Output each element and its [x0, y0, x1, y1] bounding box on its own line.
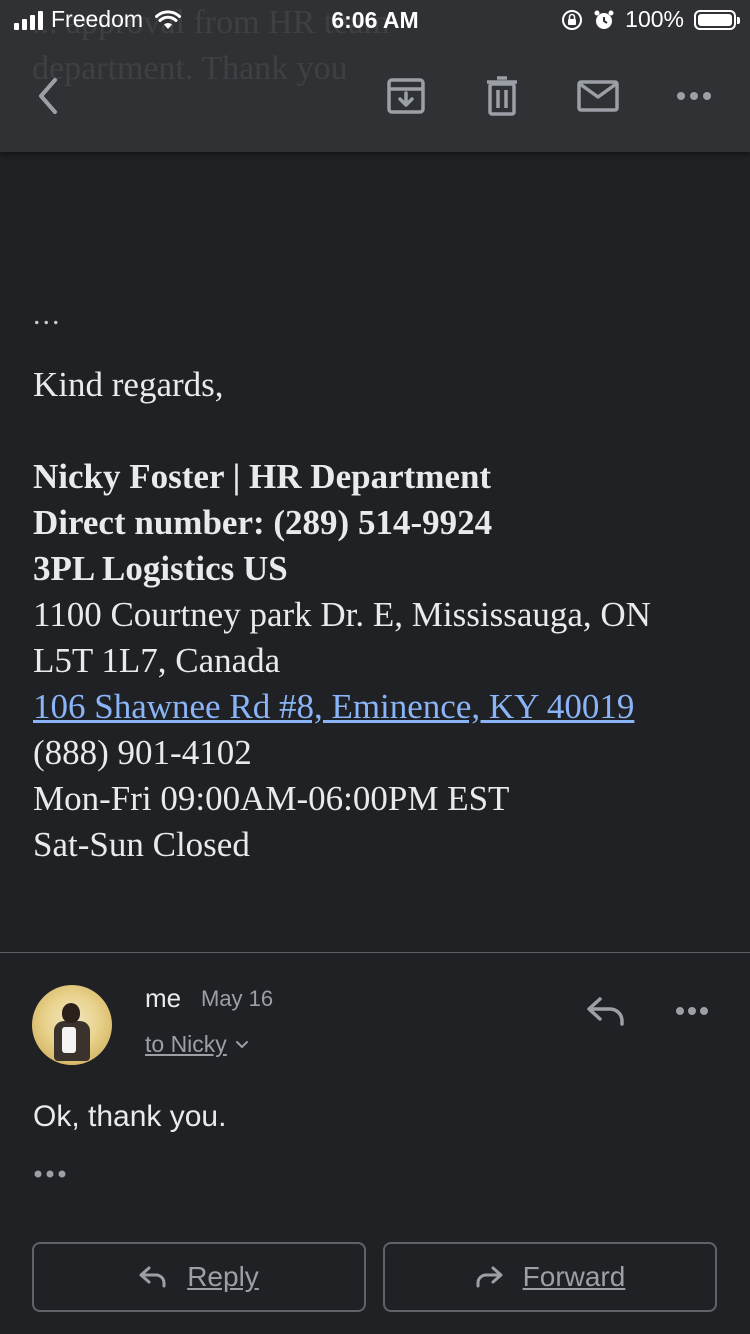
avatar[interactable] — [32, 985, 112, 1065]
message-reply-button[interactable] — [580, 985, 632, 1037]
reply-icon — [139, 1266, 166, 1288]
chevron-left-icon — [39, 78, 57, 114]
recipient-text: to Nicky — [145, 1031, 227, 1057]
back-button[interactable] — [18, 66, 78, 126]
signature-address-line2: L5T 1L7, Canada — [33, 641, 281, 680]
email-body: ... Kind regards, Nicky Foster | HR Depa… — [33, 292, 733, 868]
message-date: May 16 — [201, 986, 274, 1011]
message-more-button[interactable] — [666, 985, 718, 1037]
signature-hours-weekday: Mon-Fri 09:00AM-06:00PM EST — [33, 779, 510, 818]
reply-button[interactable]: Reply — [32, 1242, 366, 1312]
reply-message-body: Ok, thank you. — [33, 1100, 227, 1133]
signature-company: 3PL Logistics US — [33, 549, 288, 588]
signature-address-line1: 1100 Courtney park Dr. E, Mississauga, O… — [33, 595, 651, 634]
recipient-details-toggle[interactable]: to Nicky — [145, 1031, 249, 1058]
battery-percentage: 100% — [625, 6, 684, 32]
signature-hours-weekend: Sat-Sun Closed — [33, 825, 250, 864]
more-options-button[interactable] — [664, 66, 724, 126]
status-bar: Freedom 6:06 AM 100% — [0, 0, 750, 42]
quoted-text-ellipsis: ... — [33, 298, 62, 331]
show-trimmed-content-button[interactable] — [33, 1160, 73, 1188]
trash-icon — [487, 76, 517, 116]
mark-unread-button[interactable] — [568, 66, 628, 126]
mail-icon — [577, 80, 619, 112]
more-horizontal-icon — [677, 92, 711, 100]
signature-phone: (888) 901-4102 — [33, 733, 252, 772]
signature-direct-number: Direct number: (289) 514-9924 — [33, 503, 493, 542]
closing: Kind regards, — [33, 365, 224, 404]
forward-button[interactable]: Forward — [383, 1242, 717, 1312]
archive-button[interactable] — [376, 66, 436, 126]
delete-button[interactable] — [472, 66, 532, 126]
sender-name: me — [145, 983, 182, 1013]
top-app-bar: ... approval from HR team department. Th… — [0, 0, 750, 152]
forward-label: Forward — [522, 1261, 626, 1292]
battery-icon — [694, 9, 740, 30]
orientation-lock-icon — [562, 9, 583, 30]
archive-icon — [387, 78, 425, 114]
email-thread-screen: ... approval from HR team department. Th… — [0, 0, 750, 1334]
forward-icon — [476, 1266, 503, 1288]
signature-name: Nicky Foster | HR Department — [33, 457, 492, 496]
more-horizontal-icon — [676, 1007, 708, 1015]
alarm-icon — [594, 10, 614, 29]
chevron-down-icon — [235, 1040, 248, 1048]
reply-icon — [587, 997, 624, 1026]
reply-label: Reply — [187, 1261, 259, 1292]
more-horizontal-icon — [34, 1170, 66, 1178]
us-address-link[interactable]: 106 Shawnee Rd #8, Eminence, KY 40019 — [33, 687, 634, 726]
message-divider — [0, 952, 750, 953]
